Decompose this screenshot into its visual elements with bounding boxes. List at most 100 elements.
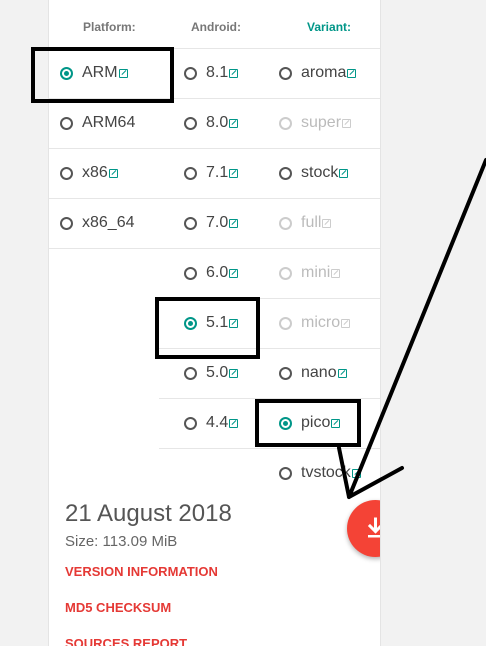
md5-checksum-link[interactable]: MD5 CHECKSUM [65,600,171,615]
external-link-icon[interactable] [229,68,239,78]
download-card: Platform: Android: Variant: ARM ARM64 x86 x… [48,0,381,646]
variant-option-aroma[interactable]: aroma [279,48,379,98]
variant-option-label: aroma [301,64,347,81]
variant-header: Variant: [307,20,352,34]
radio-button [279,216,292,230]
android-option-label: 6.0 [206,264,229,281]
variant-option-mini: mini [279,248,379,298]
variant-option-label: tvstock [301,464,351,481]
android-header: Android: [191,20,241,34]
radio-button[interactable] [184,266,197,280]
variant-option-micro: micro [279,298,379,348]
external-link-icon[interactable] [229,218,239,228]
release-date: 21 August 2018 [65,500,232,527]
radio-button[interactable] [279,466,292,480]
platform-option-arm64[interactable]: ARM64 [60,98,160,148]
android-option-8-0[interactable]: 8.0 [184,98,284,148]
radio-button[interactable] [279,416,292,430]
radio-button[interactable] [60,66,73,80]
row-divider [49,148,380,149]
variant-option-label: micro [301,314,341,331]
radio-button [279,316,292,330]
version-information-link[interactable]: VERSION INFORMATION [65,564,218,579]
radio-button[interactable] [184,116,197,130]
radio-button[interactable] [279,66,292,80]
platform-option-label: x86 [82,164,108,181]
variant-option-pico[interactable]: pico [279,398,379,448]
platform-option-x86-64[interactable]: x86_64 [60,198,160,248]
radio-button[interactable] [184,416,197,430]
external-link-icon[interactable] [347,68,357,78]
row-divider [49,48,380,49]
radio-button[interactable] [279,366,292,380]
external-link-icon[interactable] [331,418,341,428]
row-divider [159,348,380,349]
radio-button[interactable] [184,166,197,180]
radio-button [279,266,292,280]
release-size: Size: 113.09 MiB [65,533,178,550]
android-option-4-4[interactable]: 4.4 [184,398,284,448]
variant-option-label: stock [301,164,339,181]
variant-option-label: full [301,214,322,231]
android-option-label: 7.0 [206,214,229,231]
platform-option-label: ARM64 [82,114,136,131]
android-option-5-0[interactable]: 5.0 [184,348,284,398]
radio-button[interactable] [60,216,73,230]
row-divider [49,198,380,199]
android-option-label: 4.4 [206,414,229,431]
variant-option-nano[interactable]: nano [279,348,379,398]
variant-option-super: super [279,98,379,148]
radio-button[interactable] [184,316,197,330]
radio-button[interactable] [184,66,197,80]
variant-option-stock[interactable]: stock [279,148,379,198]
platform-option-x86[interactable]: x86 [60,148,160,198]
variant-option-label: nano [301,364,337,381]
platform-option-label: x86_64 [82,214,135,231]
variant-option-full: full [279,198,379,248]
external-link-icon[interactable] [339,168,349,178]
platform-option-arm[interactable]: ARM [60,48,160,98]
android-option-label: 8.0 [206,114,229,131]
platform-header: Platform: [83,20,136,34]
external-link-icon [342,118,352,128]
download-icon [367,517,380,538]
android-option-6-0[interactable]: 6.0 [184,248,284,298]
row-divider [159,298,380,299]
radio-button [279,116,292,130]
radio-button[interactable] [60,116,73,130]
radio-button[interactable] [184,366,197,380]
row-divider [49,248,380,249]
download-button[interactable] [347,500,380,557]
android-option-label: 5.0 [206,364,229,381]
external-link-icon[interactable] [351,468,361,478]
android-option-7-1[interactable]: 7.1 [184,148,284,198]
external-link-icon[interactable] [229,168,239,178]
android-option-7-0[interactable]: 7.0 [184,198,284,248]
row-divider [159,398,380,399]
external-link-icon[interactable] [118,68,128,78]
sources-report-link[interactable]: SOURCES REPORT [65,636,187,646]
external-link-icon [331,268,341,278]
radio-button[interactable] [60,166,73,180]
android-option-8-1[interactable]: 8.1 [184,48,284,98]
platform-option-label: ARM [82,64,118,81]
external-link-icon[interactable] [229,118,239,128]
external-link-icon[interactable] [108,168,118,178]
external-link-icon[interactable] [229,418,239,428]
external-link-icon [341,318,351,328]
external-link-icon[interactable] [229,268,239,278]
variant-option-label: super [301,114,342,131]
variant-option-label: pico [301,414,331,431]
external-link-icon[interactable] [337,368,347,378]
android-option-label: 7.1 [206,164,229,181]
android-option-5-1[interactable]: 5.1 [184,298,284,348]
variant-option-label: mini [301,264,331,281]
row-divider [49,98,380,99]
variant-option-tvstock[interactable]: tvstock [279,448,379,498]
external-link-icon [322,218,332,228]
radio-button[interactable] [279,166,292,180]
external-link-icon[interactable] [229,368,239,378]
external-link-icon[interactable] [229,318,239,328]
radio-button[interactable] [184,216,197,230]
row-divider [159,448,380,449]
